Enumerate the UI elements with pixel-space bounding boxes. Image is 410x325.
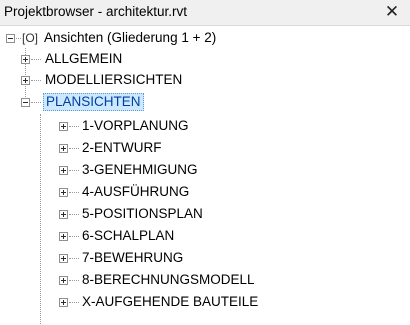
tree-item-child[interactable]: 5-POSITIONSPLAN <box>0 204 410 224</box>
panel-titlebar: Projektbrowser - architektur.rvt ✕ <box>0 0 410 26</box>
tree-item-label[interactable]: 4-AUSFÜHRUNG <box>80 183 191 201</box>
tree-connector <box>69 170 79 171</box>
tree-connector <box>69 214 79 215</box>
tree-item-plansichten[interactable]: PLANSICHTEN <box>0 92 410 112</box>
expand-icon[interactable] <box>59 254 68 263</box>
panel-title: Projektbrowser - architektur.rvt <box>4 4 188 19</box>
tree-root-label[interactable]: Ansichten (Gliederung 1 + 2) <box>42 29 218 47</box>
tree-connector <box>69 236 79 237</box>
tree-item-label[interactable]: 6-SCHALPLAN <box>80 227 176 245</box>
expand-icon[interactable] <box>59 144 68 153</box>
tree-item-label[interactable]: 5-POSITIONSPLAN <box>80 205 205 223</box>
tree-item-label[interactable]: 2-ENTWURF <box>80 139 164 157</box>
tree-item-child[interactable]: X-AUFGEHENDE BAUTEILE <box>0 292 410 312</box>
tree-item-label[interactable]: X-AUFGEHENDE BAUTEILE <box>80 293 260 311</box>
expand-icon[interactable] <box>59 122 68 131</box>
tree-item-child[interactable]: 4-AUSFÜHRUNG <box>0 182 410 202</box>
tree-item-child[interactable]: 6-SCHALPLAN <box>0 226 410 246</box>
tree-connector <box>31 102 41 103</box>
expand-icon[interactable] <box>59 166 68 175</box>
expand-icon[interactable] <box>59 232 68 241</box>
tree-connector <box>31 59 41 60</box>
expand-icon[interactable] <box>59 210 68 219</box>
tree-connector <box>69 302 79 303</box>
tree-connector <box>69 126 79 127</box>
tree-item-child[interactable]: 1-VORPLANUNG <box>0 116 410 136</box>
tree-connector <box>69 148 79 149</box>
tree-item-label[interactable]: 1-VORPLANUNG <box>80 117 191 135</box>
tree-connector <box>69 280 79 281</box>
tree-item-child[interactable]: 2-ENTWURF <box>0 138 410 158</box>
tree-item-allgemein[interactable]: ALLGEMEIN <box>0 49 410 69</box>
expand-icon[interactable] <box>59 276 68 285</box>
tree-item-child[interactable]: 7-BEWEHRUNG <box>0 248 410 268</box>
collapse-icon[interactable] <box>6 34 15 43</box>
collapse-icon[interactable] <box>21 98 30 107</box>
tree-item-modelliersichten[interactable]: MODELLIERSICHTEN <box>0 70 410 90</box>
expand-icon[interactable] <box>59 298 68 307</box>
tree-item-label[interactable]: MODELLIERSICHTEN <box>43 71 184 89</box>
expand-icon[interactable] <box>21 76 30 85</box>
tree-item-child[interactable]: 8-BERECHNUNGSMODELL <box>0 270 410 290</box>
tree-connector <box>69 258 79 259</box>
tree-item-label[interactable]: 8-BERECHNUNGSMODELL <box>80 271 257 289</box>
close-icon[interactable]: ✕ <box>382 1 402 23</box>
views-icon: [O] <box>21 31 38 45</box>
tree-item-label[interactable]: ALLGEMEIN <box>43 50 124 68</box>
tree-connector <box>31 80 41 81</box>
tree-item-label[interactable]: 3-GENEHMIGUNG <box>80 161 200 179</box>
tree-root-row[interactable]: [O] Ansichten (Gliederung 1 + 2) <box>0 28 410 48</box>
project-tree: [O] Ansichten (Gliederung 1 + 2) ALLGEME… <box>0 26 410 325</box>
expand-icon[interactable] <box>21 55 30 64</box>
tree-item-child[interactable]: 3-GENEHMIGUNG <box>0 160 410 180</box>
tree-item-label-selected[interactable]: PLANSICHTEN <box>43 93 144 111</box>
expand-icon[interactable] <box>59 188 68 197</box>
tree-item-label[interactable]: 7-BEWEHRUNG <box>80 249 185 267</box>
tree-connector <box>69 192 79 193</box>
